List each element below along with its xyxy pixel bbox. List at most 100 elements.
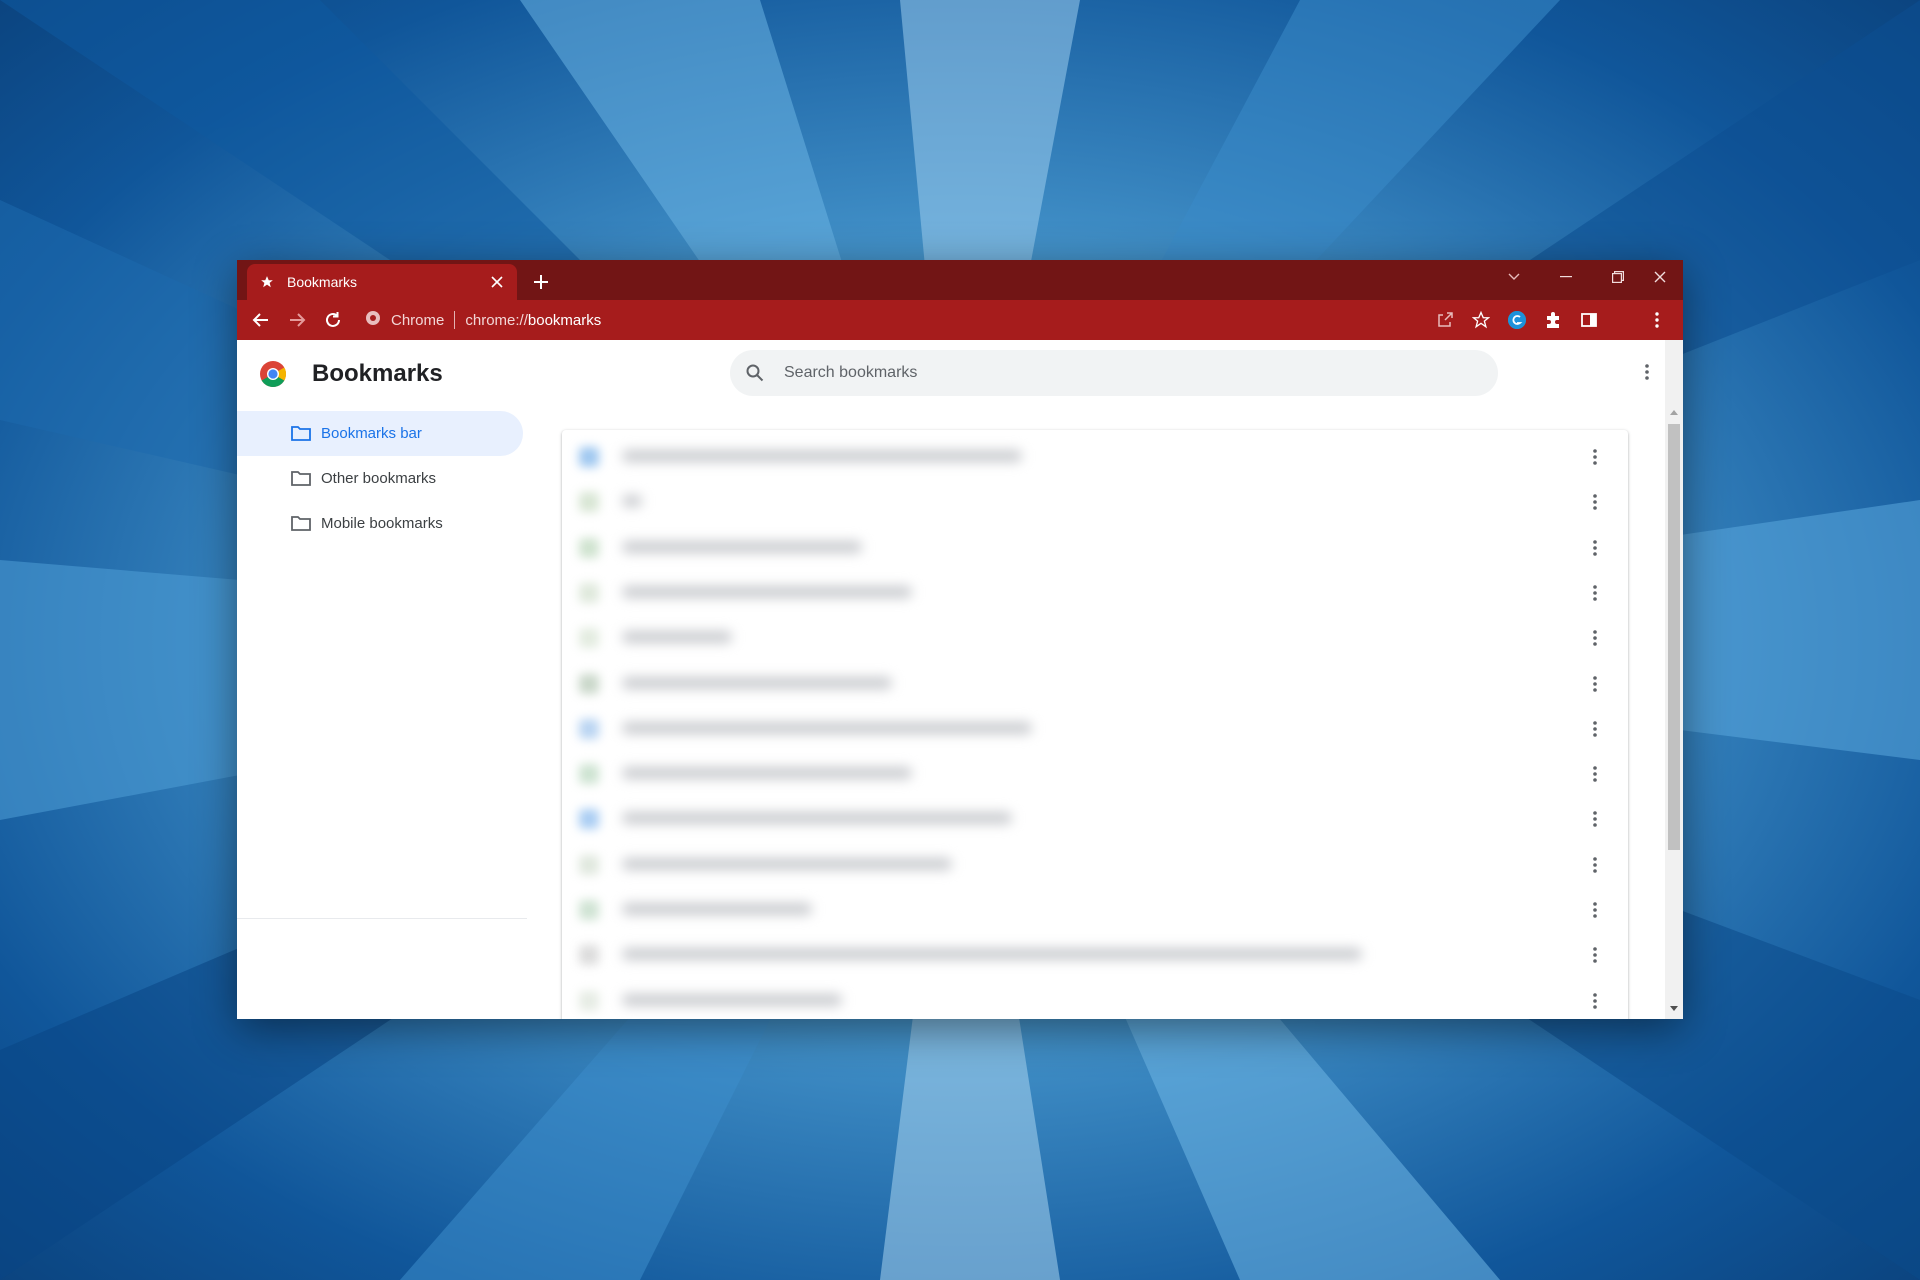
page-title: Bookmarks (312, 360, 443, 387)
browser-window: Bookmarks Chrome chrome:// bookmarks Boo… (237, 260, 1683, 1019)
sidebar-item-mobile-bookmarks[interactable]: Mobile bookmarks (237, 501, 527, 546)
bookmark-title-blurred (622, 540, 862, 553)
search-box[interactable] (730, 350, 1498, 396)
sidebar-item-label: Other bookmarks (321, 470, 437, 487)
more-actions-icon[interactable] (1582, 761, 1608, 787)
scroll-down-arrow-icon[interactable] (1665, 1000, 1683, 1016)
more-actions-icon[interactable] (1582, 942, 1608, 968)
bookmark-row[interactable] (562, 661, 1628, 706)
url-host: bookmarks (527, 311, 602, 329)
organize-menu-icon[interactable] (1635, 360, 1659, 384)
bookmark-row[interactable] (562, 751, 1628, 796)
bookmark-title-blurred (622, 993, 842, 1006)
more-actions-icon[interactable] (1582, 852, 1608, 878)
bookmark-row[interactable] (562, 978, 1628, 1019)
close-tab-icon[interactable] (487, 272, 507, 292)
sidebar-divider (237, 918, 527, 919)
sidebar-item-label: Bookmarks bar (321, 425, 422, 442)
bookmark-row[interactable] (562, 932, 1628, 977)
more-actions-icon[interactable] (1582, 988, 1608, 1014)
reload-button[interactable] (317, 304, 349, 336)
close-window-button[interactable] (1637, 260, 1683, 294)
bookmark-row[interactable] (562, 796, 1628, 841)
bookmark-row[interactable] (562, 434, 1628, 479)
bookmark-title-blurred (622, 450, 1022, 462)
omnibox-separator (454, 311, 456, 329)
bookmark-row[interactable] (562, 706, 1628, 751)
more-actions-icon[interactable] (1582, 444, 1608, 470)
restore-button[interactable] (1595, 260, 1641, 294)
browser-menu-icon[interactable] (1641, 304, 1673, 336)
title-bar: Bookmarks (237, 260, 1683, 300)
bookmark-favicon (579, 628, 599, 649)
address-bar[interactable]: Chrome chrome:// bookmarks (365, 306, 601, 334)
sidebar: Bookmarks bar Other bookmarks Mobile boo… (237, 411, 527, 546)
back-button[interactable] (245, 304, 277, 336)
sidebar-item-other-bookmarks[interactable]: Other bookmarks (237, 456, 527, 501)
bookmark-title-blurred (622, 948, 1362, 961)
share-icon[interactable] (1429, 304, 1461, 336)
new-tab-button[interactable] (527, 268, 555, 296)
forward-button[interactable] (281, 304, 313, 336)
bookmark-favicon (579, 673, 599, 694)
chrome-site-icon (365, 310, 381, 331)
site-chip-label: Chrome (391, 311, 445, 329)
bookmark-title-blurred (622, 767, 912, 780)
star-icon (259, 274, 275, 290)
extensions-puzzle-icon[interactable] (1537, 304, 1569, 336)
bookmark-title-blurred (622, 585, 912, 598)
bookmark-favicon (579, 990, 599, 1011)
bookmark-star-icon[interactable] (1465, 304, 1497, 336)
bookmark-row[interactable] (562, 570, 1628, 615)
more-actions-icon[interactable] (1582, 489, 1608, 515)
bookmark-list (562, 430, 1628, 1019)
bookmark-title-blurred (622, 631, 732, 644)
search-input[interactable] (782, 363, 1386, 383)
side-panel-icon[interactable] (1573, 304, 1605, 336)
bookmark-row[interactable] (562, 842, 1628, 887)
bookmark-row[interactable] (562, 479, 1628, 524)
scroll-thumb[interactable] (1668, 424, 1680, 850)
bookmark-title-blurred (622, 903, 812, 915)
bookmark-favicon (579, 718, 599, 739)
bookmark-favicon (579, 945, 599, 966)
scrollbar[interactable] (1665, 340, 1683, 1019)
bookmark-favicon (579, 764, 599, 785)
folder-icon (291, 516, 311, 531)
folder-icon (291, 426, 311, 441)
more-actions-icon[interactable] (1582, 625, 1608, 651)
search-icon (744, 362, 766, 384)
tab-search-button[interactable] (1491, 260, 1537, 294)
bookmark-favicon (579, 582, 599, 603)
bookmark-row[interactable] (562, 887, 1628, 932)
more-actions-icon[interactable] (1582, 716, 1608, 742)
toolbar: Chrome chrome:// bookmarks (237, 300, 1683, 340)
more-actions-icon[interactable] (1582, 671, 1608, 697)
bookmark-title-blurred (622, 495, 642, 508)
sidebar-item-label: Mobile bookmarks (321, 515, 443, 532)
bookmark-favicon (579, 537, 599, 558)
bookmark-favicon (579, 492, 599, 513)
bookmark-title-blurred (622, 857, 952, 870)
more-actions-icon[interactable] (1582, 535, 1608, 561)
bookmarks-page: Bookmarks Bookmarks bar Other bookmarks … (237, 340, 1683, 1019)
folder-icon (291, 471, 311, 486)
url-scheme: chrome:// (465, 311, 528, 329)
minimize-button[interactable] (1543, 260, 1589, 294)
bookmark-title-blurred (622, 676, 892, 689)
more-actions-icon[interactable] (1582, 897, 1608, 923)
bookmark-favicon (579, 900, 599, 920)
grammarly-extension-icon[interactable] (1501, 304, 1533, 336)
bookmark-favicon (579, 447, 599, 467)
tab-bookmarks[interactable]: Bookmarks (247, 264, 517, 300)
more-actions-icon[interactable] (1582, 580, 1608, 606)
more-actions-icon[interactable] (1582, 806, 1608, 832)
bookmark-row[interactable] (562, 525, 1628, 570)
bookmark-favicon (579, 854, 599, 875)
bookmark-favicon (579, 809, 599, 830)
sidebar-item-bookmarks-bar[interactable]: Bookmarks bar (237, 411, 523, 456)
tab-title: Bookmarks (287, 274, 358, 290)
scroll-up-arrow-icon[interactable] (1665, 404, 1683, 420)
chrome-logo-icon (259, 360, 287, 388)
bookmark-row[interactable] (562, 615, 1628, 660)
